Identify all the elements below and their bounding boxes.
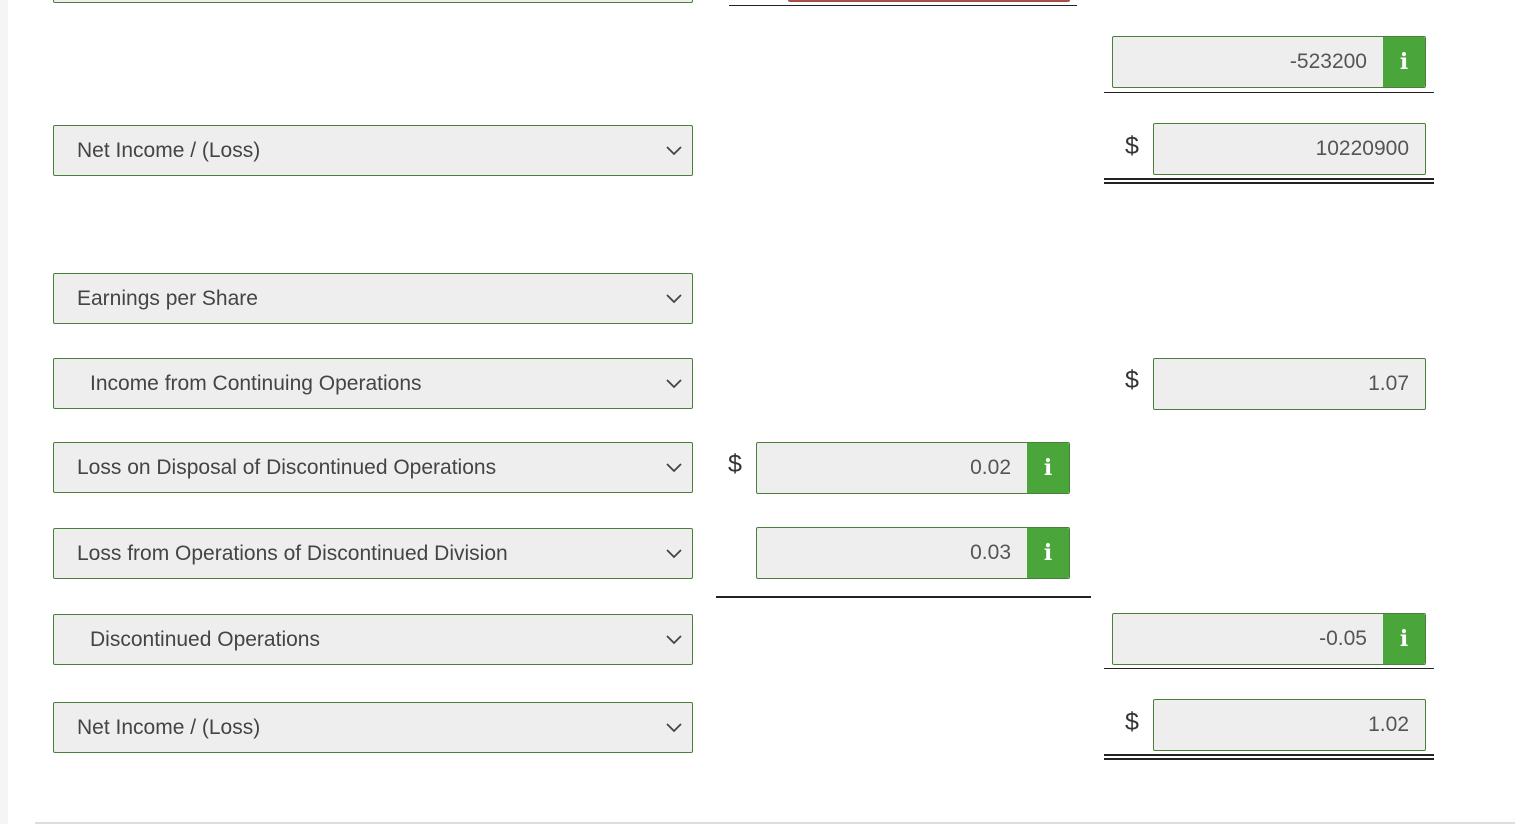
eps-discontinued-input[interactable]: -0.05 i [1112,613,1426,665]
chevron-down-icon [666,723,682,733]
dollar-sign: $ [1125,132,1139,160]
subtotal-value: -523200 [1289,50,1367,73]
chevron-down-icon [666,294,682,304]
eps-continuing-value: 1.07 [1368,372,1409,395]
error-field-top-partial[interactable] [788,0,1070,2]
underline [1104,668,1434,669]
select-label: Discontinued Operations [90,627,320,651]
chevron-down-icon [666,379,682,389]
select-label: Loss on Disposal of Discontinued Operati… [77,455,497,479]
select-label: Loss from Operations of Discontinued Div… [77,541,508,565]
net-income-value: 10220900 [1315,137,1409,160]
underline [716,596,1091,598]
double-underline [1104,754,1434,760]
dollar-sign: $ [728,450,742,478]
double-underline [1104,178,1434,184]
select-discontinued-ops[interactable]: Discontinued Operations [53,614,693,665]
select-label: Net Income / (Loss) [77,715,261,739]
select-loss-disposal[interactable]: Loss on Disposal of Discontinued Operati… [53,442,693,493]
select-net-income[interactable]: Net Income / (Loss) [53,125,693,176]
eps-discontinued-value: -0.05 [1319,627,1367,650]
eps-continuing-input[interactable]: 1.07 [1153,358,1426,410]
select-label: Earnings per Share [77,286,258,310]
select-eps-header[interactable]: Earnings per Share [53,273,693,324]
dollar-sign: $ [1125,708,1139,736]
left-gutter [0,0,8,824]
select-income-continuing[interactable]: Income from Continuing Operations [53,358,693,409]
eps-loss-disposal-input[interactable]: 0.02 i [756,442,1070,494]
select-loss-operations[interactable]: Loss from Operations of Discontinued Div… [53,528,693,579]
select-label: Income from Continuing Operations [90,371,422,395]
chevron-down-icon [666,463,682,473]
underline-top [729,5,1077,6]
select-label: Net Income / (Loss) [77,138,261,162]
select-net-income-eps[interactable]: Net Income / (Loss) [53,702,693,753]
info-icon[interactable]: i [1383,614,1425,664]
eps-loss-ops-input[interactable]: 0.03 i [756,527,1070,579]
chevron-down-icon [666,635,682,645]
eps-net-income-value: 1.02 [1368,713,1409,736]
dollar-sign: $ [1125,366,1139,394]
subtotal-input[interactable]: -523200 i [1112,36,1426,88]
eps-net-income-input[interactable]: 1.02 [1153,699,1426,751]
eps-loss-ops-value: 0.03 [970,541,1011,564]
chevron-down-icon [666,146,682,156]
underline [1104,92,1434,93]
chevron-down-icon [666,549,682,559]
net-income-input[interactable]: 10220900 [1153,123,1426,175]
info-icon[interactable]: i [1383,37,1425,87]
info-icon[interactable]: i [1027,528,1069,578]
eps-loss-disposal-value: 0.02 [970,456,1011,479]
info-icon[interactable]: i [1027,443,1069,493]
select-top-partial[interactable] [53,0,693,3]
